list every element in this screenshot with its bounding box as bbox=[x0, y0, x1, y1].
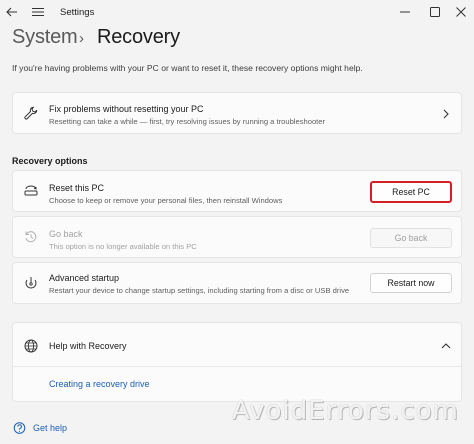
help-with-recovery-card bbox=[12, 322, 462, 402]
go-back-title: Go back bbox=[49, 229, 83, 239]
reset-pc-title: Reset this PC bbox=[49, 183, 105, 193]
window-title: Settings bbox=[60, 7, 95, 18]
get-help-link[interactable]: Get help bbox=[33, 423, 67, 433]
advanced-startup-title: Advanced startup bbox=[49, 273, 120, 283]
go-back-button[interactable]: Go back bbox=[370, 228, 452, 248]
chevron-right-icon bbox=[440, 108, 452, 120]
creating-recovery-drive-link[interactable]: Creating a recovery drive bbox=[49, 379, 150, 389]
history-icon bbox=[22, 228, 40, 246]
advanced-startup-icon bbox=[22, 274, 40, 292]
get-help-icon[interactable] bbox=[12, 421, 26, 435]
go-back-subtitle: This option is no longer available on th… bbox=[49, 242, 197, 251]
help-with-recovery-title[interactable]: Help with Recovery bbox=[49, 341, 127, 351]
page-title: Recovery bbox=[97, 26, 180, 48]
help-divider bbox=[13, 366, 461, 367]
recovery-options-heading: Recovery options bbox=[12, 156, 88, 166]
breadcrumb-separator: › bbox=[79, 30, 84, 47]
watermark: AvoidErrors.com bbox=[232, 396, 459, 426]
advanced-startup-subtitle: Restart your device to change startup se… bbox=[49, 286, 350, 295]
hamburger-menu-icon[interactable] bbox=[30, 4, 46, 20]
breadcrumb-system[interactable]: System bbox=[12, 26, 78, 49]
reset-pc-icon bbox=[22, 182, 40, 200]
reset-pc-subtitle: Choose to keep or remove your personal f… bbox=[49, 196, 283, 205]
minimize-button[interactable] bbox=[396, 4, 414, 20]
globe-icon bbox=[22, 337, 40, 355]
wrench-icon bbox=[22, 104, 40, 122]
back-arrow-icon[interactable] bbox=[4, 4, 20, 20]
reset-pc-button[interactable]: Reset PC bbox=[370, 181, 452, 203]
chevron-up-icon[interactable] bbox=[440, 340, 452, 352]
fix-card-title: Fix problems without resetting your PC bbox=[49, 104, 204, 114]
close-button[interactable] bbox=[452, 4, 470, 20]
restart-now-button[interactable]: Restart now bbox=[370, 273, 452, 293]
intro-text: If you're having problems with your PC o… bbox=[12, 63, 363, 73]
maximize-button[interactable] bbox=[426, 4, 444, 20]
fix-card-subtitle: Resetting can take a while — first, try … bbox=[49, 117, 326, 126]
